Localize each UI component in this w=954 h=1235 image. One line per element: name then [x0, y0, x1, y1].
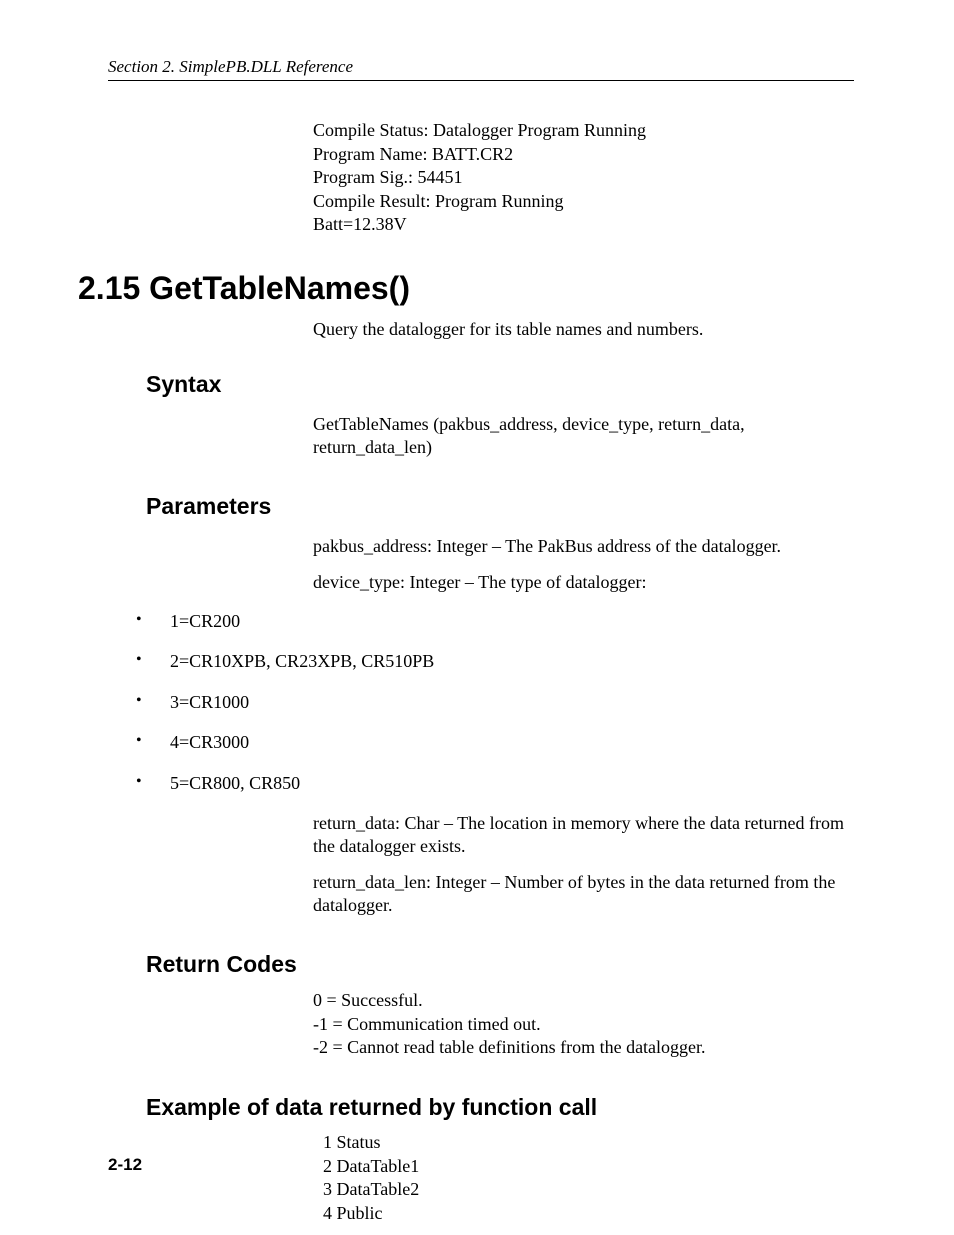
example-row: 1 Status	[323, 1131, 854, 1154]
parameters-heading: Parameters	[146, 492, 854, 521]
return-code: 0 = Successful.	[313, 989, 854, 1012]
return-codes-block: 0 = Successful. -1 = Communication timed…	[313, 989, 854, 1059]
device-type-list: 1=CR200 2=CR10XPB, CR23XPB, CR510PB 3=CR…	[136, 610, 854, 795]
example-row: 3 DataTable2	[323, 1178, 854, 1201]
preamble-line: Program Sig.: 54451	[313, 166, 844, 189]
device-type-item: 4=CR3000	[136, 731, 854, 754]
section-description: Query the datalogger for its table names…	[313, 318, 844, 341]
syntax-text: GetTableNames (pakbus_address, device_ty…	[313, 413, 844, 458]
preamble-block: Compile Status: Datalogger Program Runni…	[313, 119, 844, 236]
running-header: Section 2. SimplePB.DLL Reference	[108, 56, 854, 77]
example-block: 1 Status 2 DataTable1 3 DataTable2 4 Pub…	[323, 1131, 854, 1224]
page-number: 2-12	[108, 1154, 142, 1175]
example-heading: Example of data returned by function cal…	[146, 1093, 854, 1122]
param-return-data-len: return_data_len: Integer – Number of byt…	[313, 871, 844, 916]
return-codes-heading: Return Codes	[146, 950, 854, 979]
example-row: 2 DataTable1	[323, 1155, 854, 1178]
param-return-data: return_data: Char – The location in memo…	[313, 812, 844, 857]
header-rule	[108, 80, 854, 81]
preamble-line: Compile Status: Datalogger Program Runni…	[313, 119, 844, 142]
preamble-line: Batt=12.38V	[313, 213, 844, 236]
device-type-item: 5=CR800, CR850	[136, 772, 854, 795]
syntax-heading: Syntax	[146, 370, 854, 399]
section-heading: 2.15 GetTableNames()	[78, 268, 854, 308]
device-type-item: 2=CR10XPB, CR23XPB, CR510PB	[136, 650, 854, 673]
preamble-line: Program Name: BATT.CR2	[313, 143, 844, 166]
return-code: -1 = Communication timed out.	[313, 1013, 854, 1036]
param-pakbus: pakbus_address: Integer – The PakBus add…	[313, 535, 844, 558]
return-code: -2 = Cannot read table definitions from …	[313, 1036, 854, 1059]
param-device-type: device_type: Integer – The type of datal…	[313, 571, 844, 594]
device-type-item: 3=CR1000	[136, 691, 854, 714]
device-type-item: 1=CR200	[136, 610, 854, 633]
preamble-line: Compile Result: Program Running	[313, 190, 844, 213]
example-row: 4 Public	[323, 1202, 854, 1225]
